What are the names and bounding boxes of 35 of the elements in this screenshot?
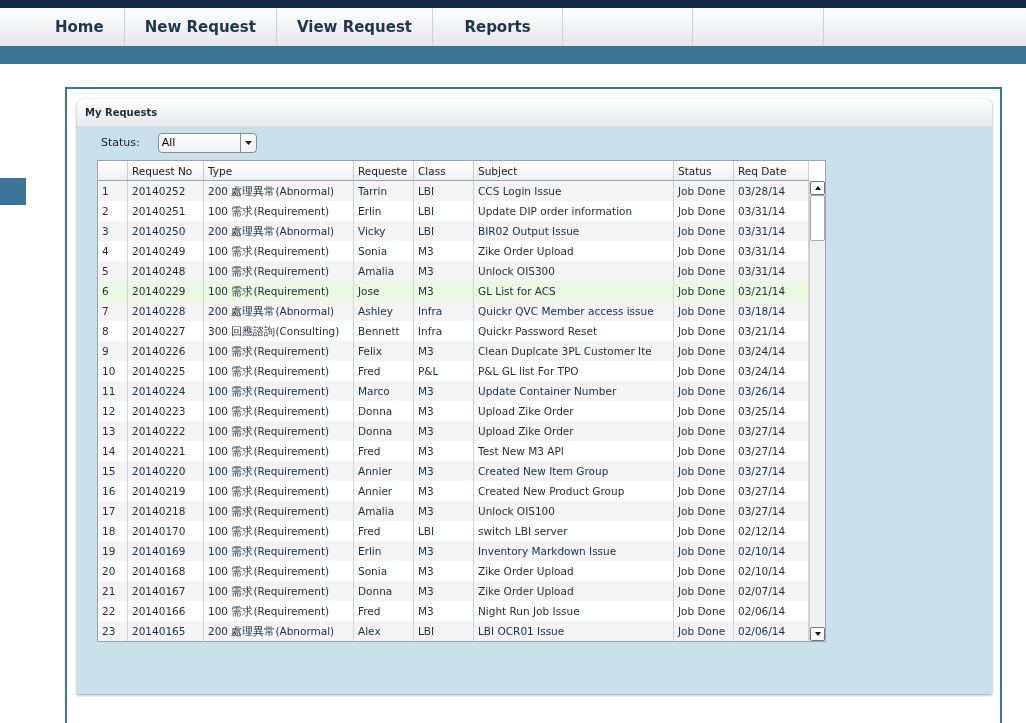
table-row[interactable]: 7 20140228 200 處理異常(Abnormal) Ashley Infra Quickr QVC Member access issue Job Done 03/18/14 [98, 301, 809, 321]
status-dropdown[interactable]: All [157, 133, 257, 153]
column-header[interactable]: Type [204, 161, 354, 180]
column-header[interactable]: Class [414, 161, 474, 180]
table-cell: LBI OCR01 Issue [474, 621, 674, 641]
table-cell: LBI [414, 621, 474, 641]
column-header[interactable]: Status [674, 161, 734, 180]
scroll-down-icon [814, 632, 821, 636]
table-row[interactable]: 17 20140218 100 需求(Requirement) Amalia M3 Unlock OIS100 Job Done 03/27/14 [98, 501, 809, 521]
scrollbar[interactable] [809, 181, 825, 641]
table-cell: Alex [354, 621, 414, 641]
panel-title: My Requests [85, 106, 158, 120]
table-cell: 20140165 [128, 621, 204, 641]
scroll-up-icon [814, 186, 821, 190]
table-cell: Job Done [674, 621, 734, 641]
column-header[interactable]: Request No [128, 161, 204, 180]
table-row[interactable]: 9 20140226 100 需求(Requirement) Felix M3 Clean Duplcate 3PL Customer Ite Job Done 03/24/14 [98, 341, 809, 361]
table-row[interactable]: 21 20140167 100 需求(Requirement) Donna M3 Zike Order Upload Job Done 02/07/14 [98, 581, 809, 601]
column-header[interactable]: Requeste [354, 161, 414, 180]
table-row[interactable]: 11 20140224 100 需求(Requirement) Marco M3 Update Container Number Job Done 03/26/14 [98, 381, 809, 401]
table-row[interactable]: 6 20140229 100 需求(Requirement) Jose M3 GL List for ACS Job Done 03/21/14 [98, 281, 809, 301]
status-label: Status: [101, 134, 140, 151]
table-row[interactable]: 23 20140165 200 處理異常(Abnormal) Alex LBI LBI OCR01 Issue Job Done 02/06/14 [98, 621, 809, 641]
table-row[interactable]: 13 20140222 100 需求(Requirement) Donna M3 Upload Zike Order Job Done 03/27/14 [98, 421, 809, 441]
table-cell: 200 處理異常(Abnormal) [204, 621, 354, 641]
table-row[interactable]: 1 20140252 200 處理異常(Abnormal) Tarrin LBI CCS Login Issue Job Done 03/28/14 [98, 181, 809, 201]
scroll-thumb[interactable] [810, 195, 825, 241]
table-cell: 23 [98, 621, 128, 641]
table-row[interactable]: 19 20140169 100 需求(Requirement) Erlin M3 Inventory Markdown Issue Job Done 02/10/14 [98, 541, 809, 561]
column-header[interactable]: Req Date [734, 161, 809, 180]
column-header[interactable]: Subject [474, 161, 674, 180]
table-row[interactable]: 15 20140220 100 需求(Requirement) Annier M3 Created New Item Group Job Done 03/27/14 [98, 461, 809, 481]
caret-icon [244, 141, 252, 145]
table-row[interactable]: 3 20140250 200 處理異常(Abnormal) Vicky LBI BIR02 Output Issue Job Done 03/31/14 [98, 221, 809, 241]
table-row[interactable]: 5 20140248 100 需求(Requirement) Amalia M3 Unlock OIS300 Job Done 03/31/14 [98, 261, 809, 281]
